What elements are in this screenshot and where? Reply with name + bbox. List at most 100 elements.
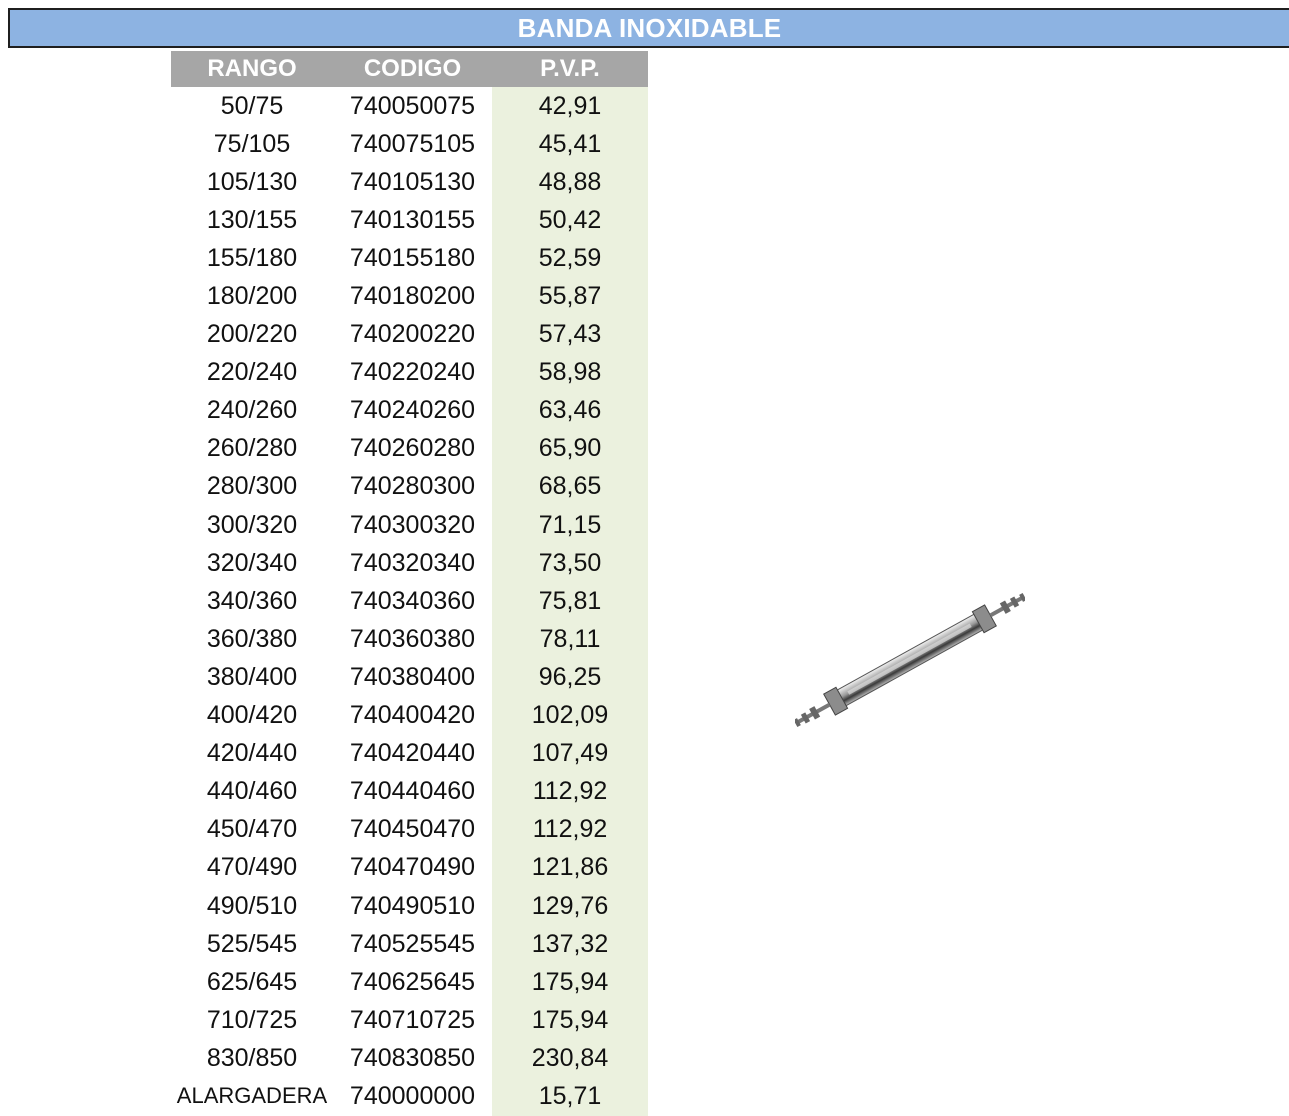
- cell-rango: 130/155: [206, 205, 298, 234]
- cell-rango: 240/260: [206, 396, 298, 425]
- cell-rango: 260/280: [206, 434, 298, 463]
- cell-codigo: 740525545: [349, 929, 476, 958]
- table-row: 340/360 740340360 75,81: [171, 582, 648, 621]
- table-row: 280/300 740280300 68,65: [171, 467, 648, 507]
- cell-rango: 490/510: [206, 891, 298, 920]
- table-row: 470/490 740470490 121,86: [171, 848, 648, 887]
- cell-pvp: 65,90: [492, 429, 648, 468]
- table-row: 75/105 740075105 45,41: [171, 125, 648, 164]
- cell-codigo: 740420440: [349, 739, 476, 768]
- cell-codigo: 740155180: [349, 243, 476, 272]
- column-header-pvp: P.V.P.: [540, 55, 600, 82]
- table-row: 240/260 740240260 63,46: [171, 391, 648, 430]
- cell-codigo: 740075105: [349, 129, 476, 158]
- cell-codigo: 740450470: [349, 815, 476, 844]
- cell-pvp: 129,76: [492, 886, 648, 926]
- cell-pvp: 175,94: [492, 963, 648, 1002]
- table-row: 50/75 740050075 42,91: [171, 87, 648, 126]
- table-row: 525/545 740525545 137,32: [171, 925, 648, 964]
- table-row: 450/470 740450470 112,92: [171, 810, 648, 849]
- cell-pvp: 71,15: [492, 506, 648, 545]
- cell-pvp: 68,65: [492, 467, 648, 507]
- column-header-rango: RANGO: [207, 55, 297, 82]
- cell-codigo: 740360380: [349, 624, 476, 653]
- cell-rango: 180/200: [206, 282, 298, 311]
- cell-pvp: 112,92: [492, 810, 648, 849]
- cell-pvp: 78,11: [492, 620, 648, 659]
- cell-codigo: 740470490: [349, 853, 476, 882]
- cell-rango: 625/645: [206, 967, 298, 996]
- cell-rango: 50/75: [220, 91, 284, 120]
- cell-codigo: 740400420: [349, 701, 476, 730]
- cell-rango: 220/240: [206, 358, 298, 387]
- cell-pvp: 102,09: [492, 696, 648, 735]
- cell-rango: 340/360: [206, 586, 298, 615]
- column-header-codigo: CODIGO: [363, 55, 462, 82]
- table-row: 625/645 740625645 175,94: [171, 963, 648, 1002]
- cell-pvp: 137,32: [492, 925, 648, 964]
- table-row: ALARGADERA 740000000 15,71: [171, 1077, 648, 1116]
- page-title: BANDA INOXIDABLE: [517, 12, 782, 43]
- cell-codigo: 740830850: [349, 1043, 476, 1072]
- cell-codigo: 740180200: [349, 282, 476, 311]
- table-row: 220/240 740220240 58,98: [171, 353, 648, 392]
- cell-rango: 320/340: [206, 548, 298, 577]
- cell-codigo: 740280300: [349, 472, 476, 501]
- cell-rango: 440/460: [206, 777, 298, 806]
- cell-rango: 450/470: [206, 815, 298, 844]
- cell-rango: 280/300: [206, 472, 298, 501]
- table-row: 830/850 740830850 230,84: [171, 1039, 648, 1078]
- table-row: 380/400 740380400 96,25: [171, 658, 648, 697]
- cell-rango: 710/725: [206, 1005, 298, 1034]
- cell-pvp: 107,49: [492, 734, 648, 773]
- cell-rango: 200/220: [206, 320, 298, 349]
- cell-pvp: 96,25: [492, 658, 648, 697]
- cell-codigo: 740300320: [349, 510, 476, 539]
- cell-rango: ALARGADERA: [176, 1083, 328, 1109]
- cell-codigo: 740050075: [349, 91, 476, 120]
- cell-rango: 380/400: [206, 662, 298, 691]
- cell-codigo: 740220240: [349, 358, 476, 387]
- cell-codigo: 740625645: [349, 967, 476, 996]
- cell-codigo: 740490510: [349, 891, 476, 920]
- cell-pvp: 57,43: [492, 315, 648, 354]
- table-row: 300/320 740300320 71,15: [171, 506, 648, 545]
- cell-pvp: 15,71: [492, 1077, 648, 1116]
- cell-codigo: 740260280: [349, 434, 476, 463]
- table-row: 130/155 740130155 50,42: [171, 201, 648, 240]
- cell-pvp: 63,46: [492, 391, 648, 430]
- table-row: 420/440 740420440 107,49: [171, 734, 648, 773]
- cell-rango: 420/440: [206, 739, 298, 768]
- cell-pvp: 121,86: [492, 848, 648, 887]
- cell-pvp: 230,84: [492, 1039, 648, 1078]
- cell-rango: 155/180: [206, 243, 298, 272]
- cell-codigo: 740380400: [349, 662, 476, 691]
- cell-pvp: 42,91: [492, 87, 648, 126]
- cell-pvp: 55,87: [492, 277, 648, 316]
- table-row: 360/380 740360380 78,11: [171, 620, 648, 659]
- stainless-band-clamp-icon: [793, 575, 1027, 745]
- table-row: 155/180 740155180 52,59: [171, 239, 648, 278]
- cell-codigo: 740440460: [349, 777, 476, 806]
- table-row: 105/130 740105130 48,88: [171, 163, 648, 202]
- table-row: 180/200 740180200 55,87: [171, 277, 648, 316]
- cell-codigo: 740710725: [349, 1005, 476, 1034]
- cell-rango: 830/850: [206, 1043, 298, 1072]
- table-row: 490/510 740490510 129,76: [171, 886, 648, 926]
- cell-rango: 525/545: [206, 929, 298, 958]
- cell-pvp: 50,42: [492, 201, 648, 240]
- table-row: 400/420 740400420 102,09: [171, 696, 648, 735]
- table-row: 260/280 740260280 65,90: [171, 429, 648, 468]
- table-row: 710/725 740710725 175,94: [171, 1001, 648, 1040]
- cell-rango: 300/320: [206, 510, 298, 539]
- cell-codigo: 740240260: [349, 396, 476, 425]
- cell-pvp: 58,98: [492, 353, 648, 392]
- table-row: 440/460 740440460 112,92: [171, 772, 648, 811]
- table-body: 50/75 740050075 42,91 75/105 740075105 45,41 1…: [171, 87, 648, 1116]
- cell-pvp: 75,81: [492, 582, 648, 621]
- cell-rango: 105/130: [206, 167, 298, 196]
- cell-codigo: 740320340: [349, 548, 476, 577]
- cell-rango: 75/105: [213, 129, 291, 158]
- cell-pvp: 45,41: [492, 125, 648, 164]
- cell-pvp: 73,50: [492, 544, 648, 583]
